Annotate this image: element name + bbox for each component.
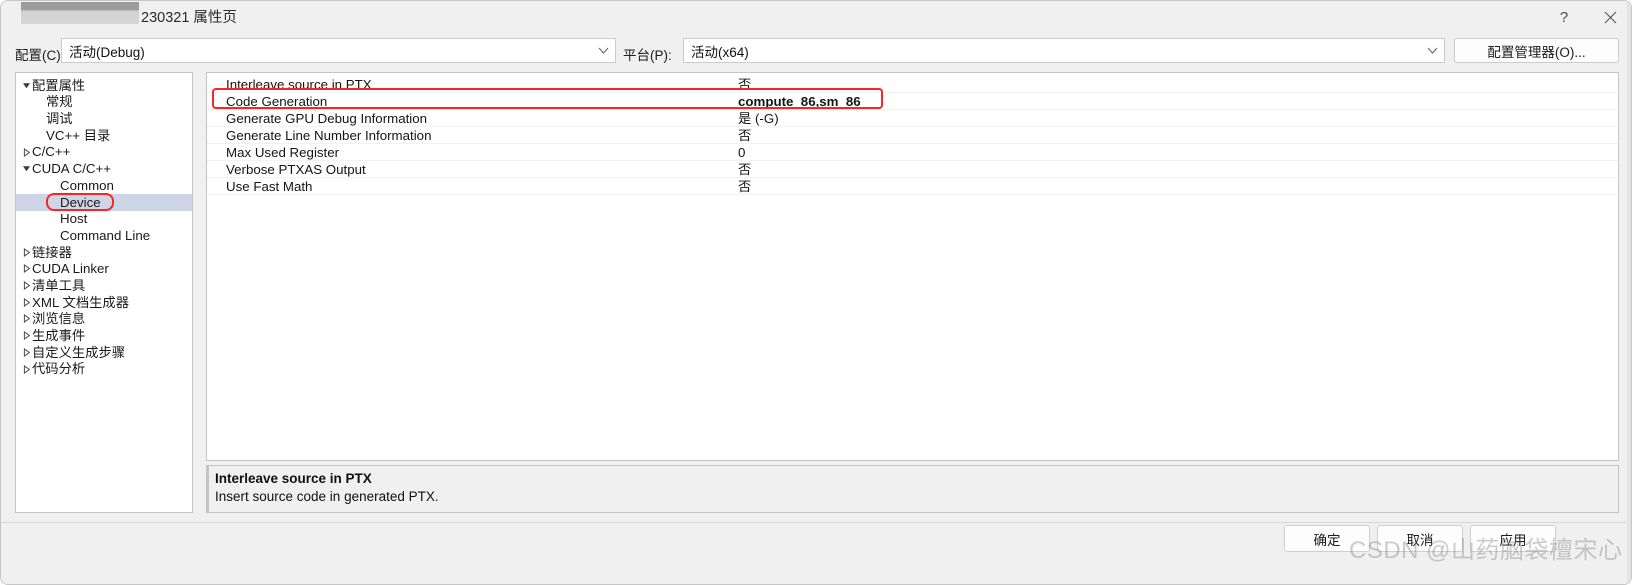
- sidebar-item-5[interactable]: CUDA C/C++: [16, 160, 192, 177]
- sidebar-item-11[interactable]: CUDA Linker: [16, 261, 192, 278]
- sidebar-item-9[interactable]: Command Line: [16, 227, 192, 244]
- configuration-manager-button[interactable]: 配置管理器(O)...: [1454, 38, 1619, 63]
- configuration-bar: 配置(C): 活动(Debug) 平台(P): 活动(x64) 配置管理器(O)…: [1, 34, 1631, 70]
- cancel-button[interactable]: 取消: [1377, 525, 1463, 552]
- window-controls: ?: [1541, 1, 1631, 34]
- property-name: Interleave source in PTX: [226, 77, 372, 92]
- sidebar-item-label: XML 文档生成器: [32, 294, 130, 310]
- property-value[interactable]: 否: [738, 178, 751, 195]
- chevron-down-icon: [1424, 43, 1440, 59]
- sidebar-item-label: CUDA Linker: [32, 261, 109, 277]
- chevron-collapsed-icon: [20, 264, 32, 274]
- sidebar-item-2[interactable]: 调试: [16, 110, 192, 127]
- sidebar-item-4[interactable]: C/C++: [16, 144, 192, 161]
- sidebar-item-0[interactable]: 配置属性: [16, 77, 192, 94]
- sidebar-item-8[interactable]: Host: [16, 211, 192, 228]
- property-value[interactable]: 否: [738, 76, 751, 93]
- platform-value: 活动(x64): [691, 44, 749, 60]
- sidebar-item-label: 自定义生成步骤: [32, 344, 126, 360]
- property-grid[interactable]: Interleave source in PTX 否 Code Generation…: [206, 72, 1619, 461]
- property-row[interactable]: Code Generation compute_86,sm_86: [207, 93, 1618, 110]
- chevron-collapsed-icon: [20, 147, 32, 157]
- sidebar-item-label: CUDA C/C++: [32, 161, 112, 177]
- property-value[interactable]: 0: [738, 144, 745, 161]
- property-pages-dialog: 230321 属性页 ? 配置(C): 活动(Debug) 平台(P): 活动(…: [0, 0, 1632, 585]
- chevron-down-icon: [595, 43, 611, 59]
- sidebar-item-10[interactable]: 链接器: [16, 244, 192, 261]
- sidebar-item-label: 生成事件: [32, 328, 86, 343]
- property-value[interactable]: 是 (-G): [738, 110, 779, 127]
- property-row[interactable]: Max Used Register 0: [207, 144, 1618, 161]
- chevron-collapsed-icon: [20, 347, 32, 357]
- property-row[interactable]: Interleave source in PTX 否: [207, 76, 1618, 93]
- sidebar-item-label: 链接器: [32, 244, 72, 260]
- sidebar-item-3[interactable]: VC++ 目录: [16, 127, 192, 144]
- sidebar-item-label: 调试: [46, 111, 73, 127]
- property-name: Generate Line Number Information: [226, 128, 432, 143]
- property-value[interactable]: 否: [738, 127, 751, 144]
- sidebar-item-17[interactable]: 代码分析: [16, 361, 192, 378]
- chevron-collapsed-icon: [20, 281, 32, 291]
- property-row[interactable]: Generate GPU Debug Information 是 (-G): [207, 110, 1618, 127]
- sidebar-item-label: 代码分析: [32, 361, 86, 377]
- property-name: Use Fast Math: [226, 179, 313, 194]
- platform-select[interactable]: 活动(x64): [683, 38, 1445, 63]
- chevron-collapsed-icon: [20, 314, 32, 324]
- chevron-collapsed-icon: [20, 331, 32, 341]
- sidebar-item-16[interactable]: 自定义生成步骤: [16, 344, 192, 361]
- title-bar: 230321 属性页 ?: [1, 1, 1631, 34]
- sidebar-item-6[interactable]: Common: [16, 177, 192, 194]
- sidebar-item-label: C/C++: [32, 144, 71, 160]
- redacted-project-name: [21, 2, 139, 24]
- property-name: Verbose PTXAS Output: [226, 162, 366, 177]
- sidebar-item-12[interactable]: 清单工具: [16, 277, 192, 294]
- property-value[interactable]: compute_86,sm_86: [738, 93, 861, 110]
- settings-tree[interactable]: 配置属性 常规 调试 VC++ 目录 C/C++ CUDA C/C++ Common Devi…: [15, 72, 193, 513]
- ok-button[interactable]: 确定: [1284, 525, 1370, 552]
- property-row[interactable]: Use Fast Math 否: [207, 178, 1618, 195]
- sidebar-item-label: 配置属性: [32, 77, 86, 93]
- sidebar-item-1[interactable]: 常规: [16, 94, 192, 111]
- window-title: 230321 属性页: [141, 10, 237, 26]
- description-pane: Interleave source in PTX Insert source c…: [206, 465, 1619, 513]
- property-value[interactable]: 否: [738, 161, 751, 178]
- property-name: Max Used Register: [226, 145, 340, 160]
- sidebar-item-label: Common: [60, 177, 114, 193]
- help-icon[interactable]: ?: [1541, 1, 1587, 34]
- sidebar-item-label: 浏览信息: [32, 311, 86, 327]
- chevron-expanded-icon: [20, 164, 32, 173]
- property-row[interactable]: Generate Line Number Information 否: [207, 127, 1618, 144]
- chevron-collapsed-icon: [20, 364, 32, 374]
- platform-label: 平台(P):: [623, 48, 672, 63]
- sidebar-item-15[interactable]: 生成事件: [16, 327, 192, 344]
- property-name: Generate GPU Debug Information: [226, 111, 428, 126]
- chevron-collapsed-icon: [20, 297, 32, 307]
- apply-button[interactable]: 应用: [1470, 525, 1556, 552]
- sidebar-item-label: 常规: [46, 94, 73, 110]
- configuration-select[interactable]: 活动(Debug): [61, 38, 616, 63]
- chevron-collapsed-icon: [20, 247, 32, 257]
- window-edge-strip: [1627, 1, 1631, 584]
- sidebar-item-label: Command Line: [60, 227, 151, 243]
- sidebar-item-label: Host: [60, 211, 88, 227]
- property-name: Code Generation: [226, 94, 328, 109]
- property-row[interactable]: Verbose PTXAS Output 否: [207, 161, 1618, 178]
- sidebar-item-7[interactable]: Device: [16, 192, 192, 211]
- sidebar-item-13[interactable]: XML 文档生成器: [16, 294, 192, 311]
- description-title: Interleave source in PTX: [215, 471, 372, 486]
- sidebar-item-label: Device: [60, 194, 101, 210]
- chevron-expanded-icon: [20, 81, 32, 90]
- configuration-value: 活动(Debug): [69, 44, 145, 60]
- sidebar-item-14[interactable]: 浏览信息: [16, 311, 192, 328]
- configuration-label: 配置(C):: [15, 48, 65, 63]
- close-icon[interactable]: [1587, 1, 1631, 34]
- sidebar-item-label: 清单工具: [32, 277, 86, 293]
- description-body: Insert source code in generated PTX.: [215, 489, 439, 504]
- sidebar-item-label: VC++ 目录: [46, 127, 111, 143]
